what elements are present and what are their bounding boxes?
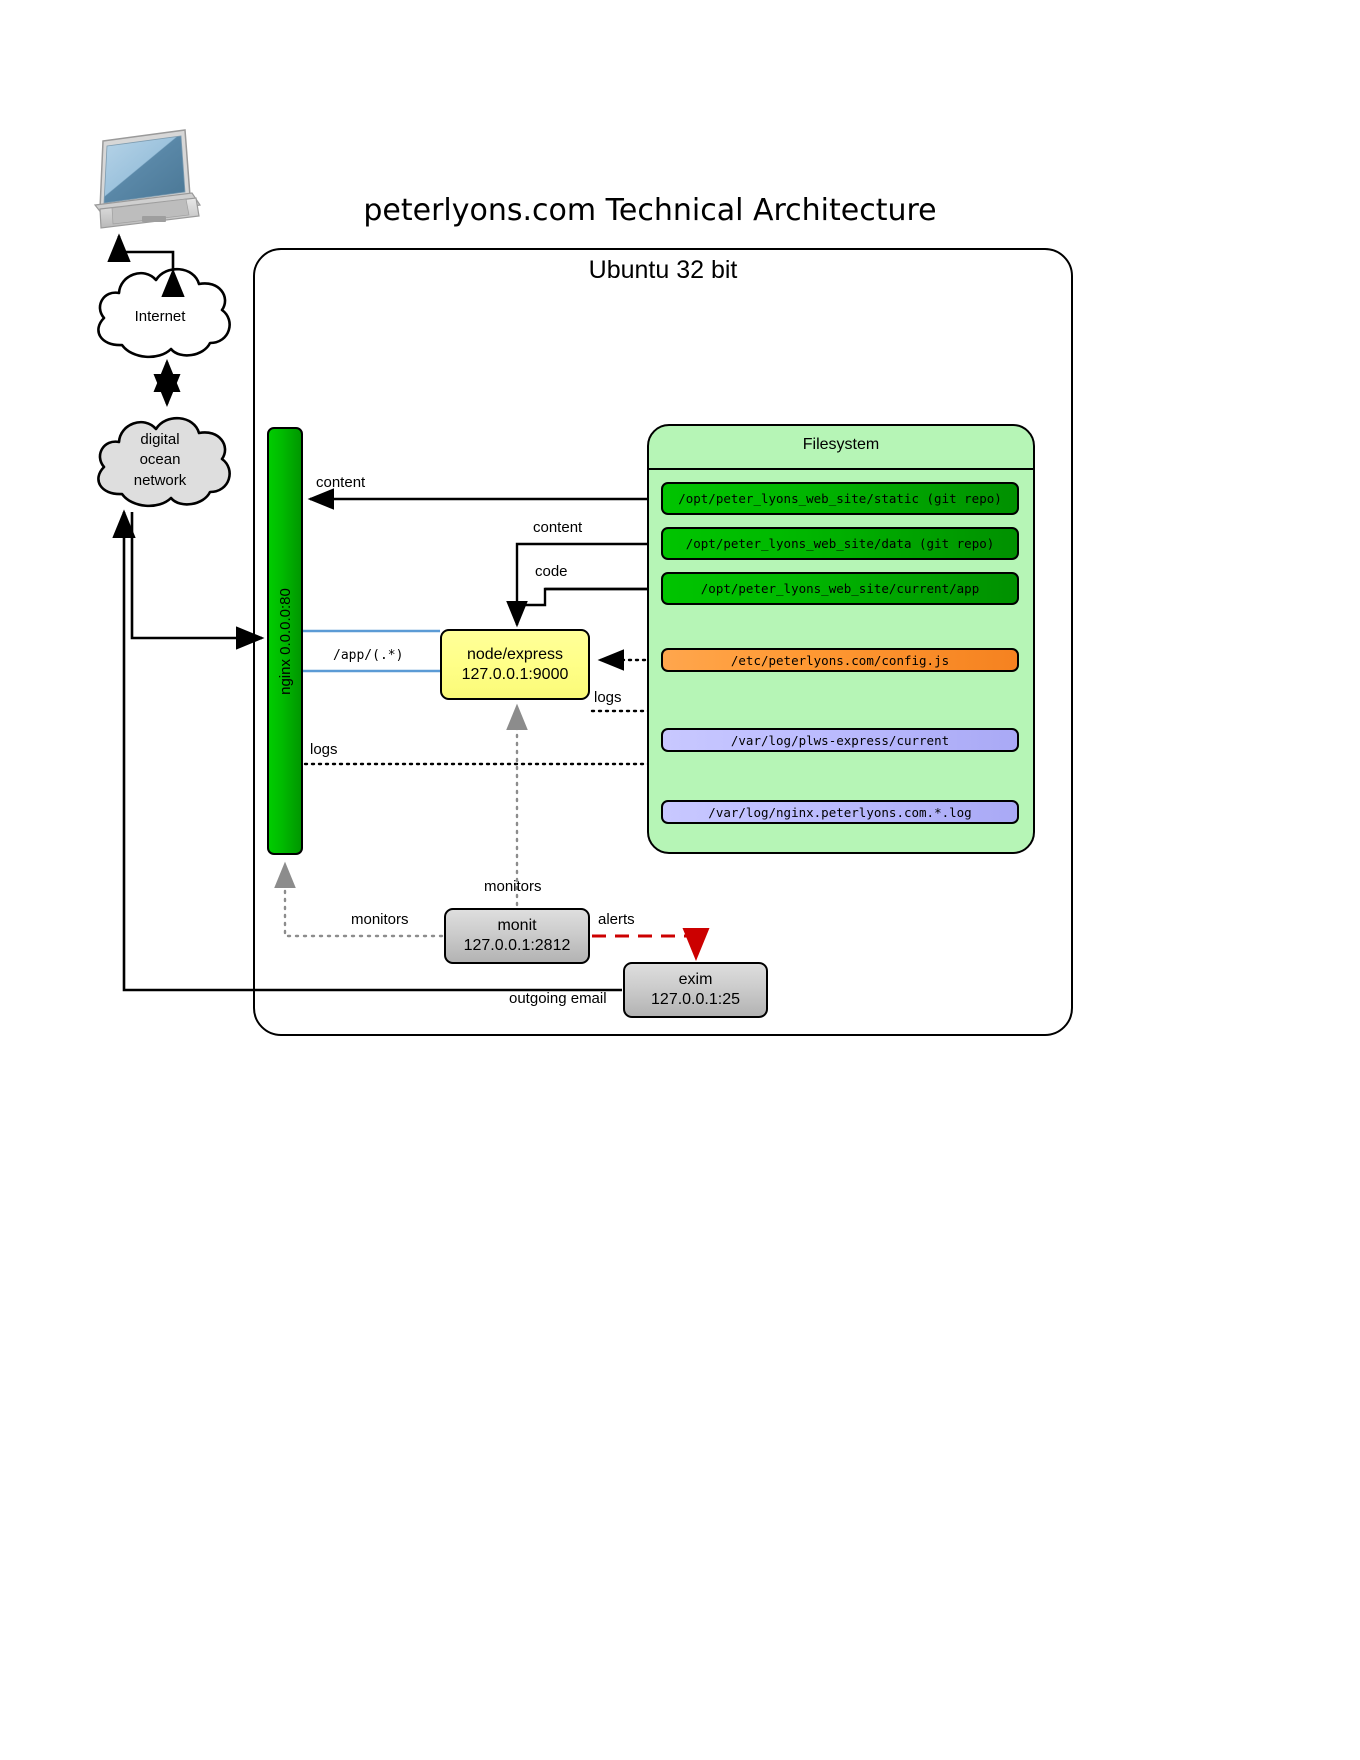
internet-cloud-label: Internet bbox=[134, 308, 186, 325]
filesystem-entry-static: /opt/peter_lyons_web_site/static (git re… bbox=[661, 482, 1019, 515]
exim-address: 127.0.0.1:25 bbox=[651, 991, 740, 1008]
filesystem-label: Filesystem bbox=[802, 436, 880, 453]
architecture-diagram: peterlyons.com Technical Architecture Ub… bbox=[0, 0, 1360, 1760]
do-line-2: ocean bbox=[139, 451, 181, 469]
node-express-name: node/express bbox=[466, 645, 564, 663]
edge-label-monitors-node: monitors bbox=[484, 878, 542, 895]
digital-ocean-cloud-label: digital ocean network bbox=[92, 430, 228, 491]
edge-do-nginx bbox=[130, 512, 265, 650]
monit-service-box: monit 127.0.0.1:2812 bbox=[444, 908, 590, 964]
filesystem-entry-data: /opt/peter_lyons_web_site/data (git repo… bbox=[661, 527, 1019, 560]
page-title: peterlyons.com Technical Architecture bbox=[363, 193, 937, 228]
monit-name: monit bbox=[497, 917, 537, 935]
nginx-service-box bbox=[267, 427, 303, 855]
edge-label-alerts: alerts bbox=[598, 911, 635, 928]
monit-address: 127.0.0.1:2812 bbox=[463, 937, 571, 954]
edge-label-monitors-nginx: monitors bbox=[351, 911, 409, 928]
edge-label-node-logs: logs bbox=[594, 689, 622, 706]
edge-label-outgoing-email: outgoing email bbox=[509, 990, 607, 1007]
edge-label-code: code bbox=[535, 563, 568, 580]
edge-label-app-route: /app/(.*) bbox=[333, 648, 404, 663]
node-express-service-box: node/express 127.0.0.1:9000 bbox=[440, 629, 590, 700]
filesystem-entry-app: /opt/peter_lyons_web_site/current/app bbox=[661, 572, 1019, 605]
edge-laptop-internet bbox=[107, 233, 185, 297]
edge-label-content-static: content bbox=[316, 474, 366, 491]
filesystem-entry-nginx-log: /var/log/nginx.peterlyons.com.*.log bbox=[661, 800, 1019, 824]
laptop-icon bbox=[93, 129, 202, 229]
filesystem-entry-express-log: /var/log/plws-express/current bbox=[661, 728, 1019, 752]
node-express-address: 127.0.0.1:9000 bbox=[461, 665, 569, 683]
filesystem-entry-config: /etc/peterlyons.com/config.js bbox=[661, 648, 1019, 672]
do-line-3: network bbox=[133, 471, 187, 489]
exim-name: exim bbox=[678, 971, 713, 989]
ubuntu-host-label: Ubuntu 32 bit bbox=[588, 256, 738, 284]
exim-service-box: exim 127.0.0.1:25 bbox=[623, 962, 768, 1018]
edge-label-nginx-logs: logs bbox=[310, 741, 338, 758]
filesystem-divider bbox=[649, 468, 1033, 470]
do-line-1: digital bbox=[140, 431, 180, 448]
edge-label-content-data: content bbox=[533, 519, 583, 536]
